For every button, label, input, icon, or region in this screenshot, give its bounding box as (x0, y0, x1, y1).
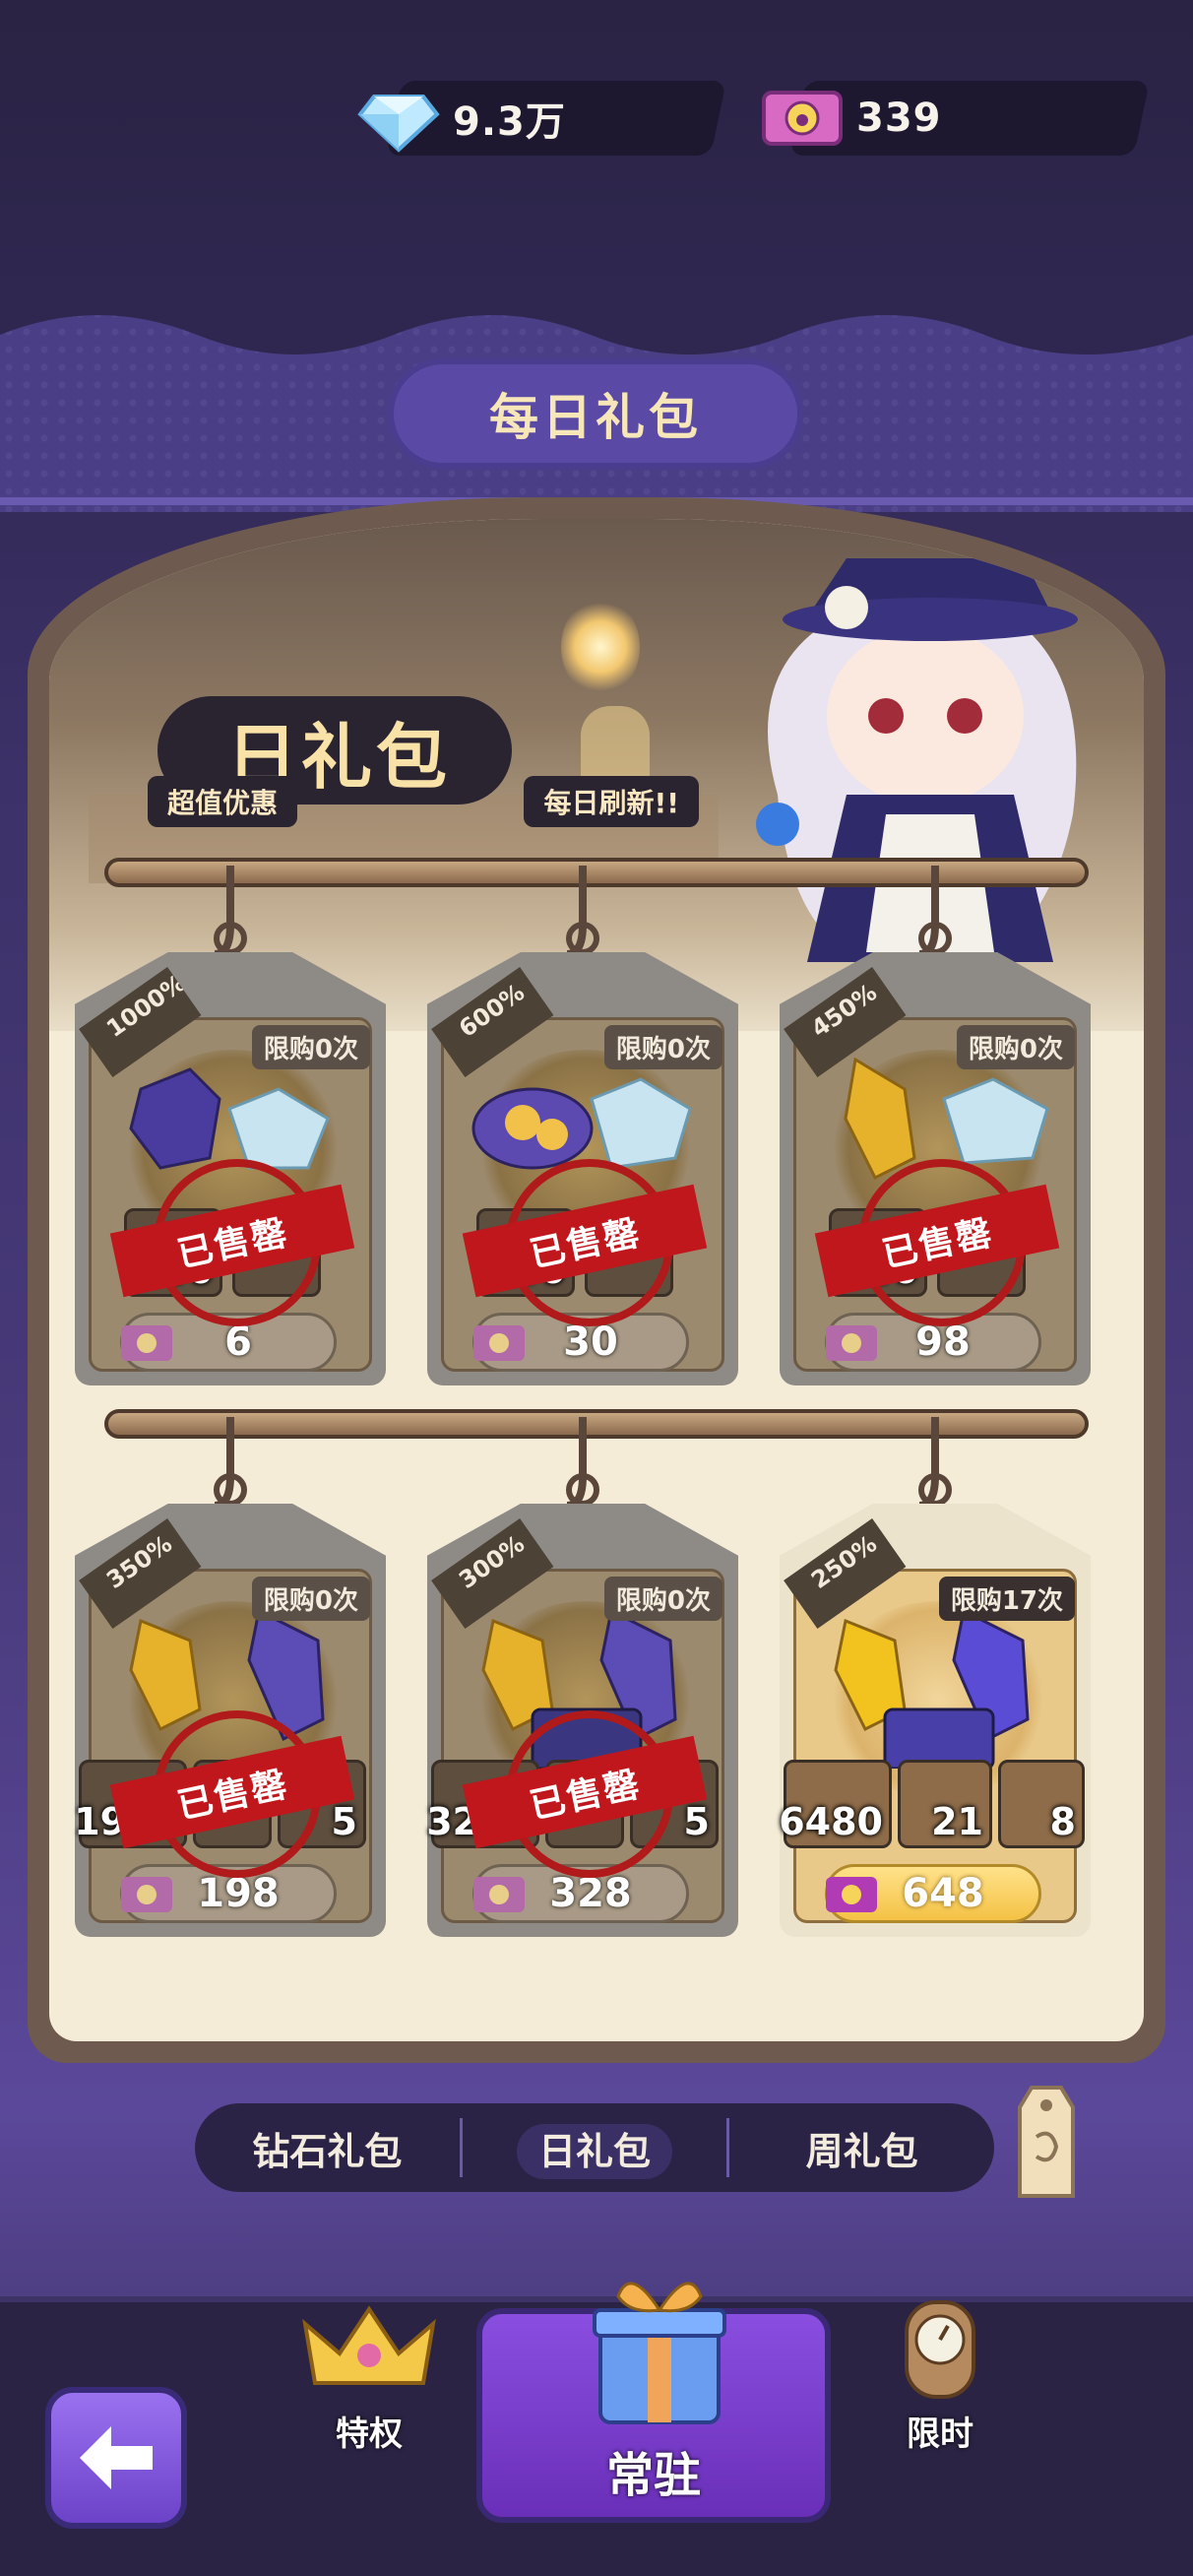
nav-tab-regular[interactable]: 常驻 (476, 2282, 831, 2523)
purchase-limit: 限购0次 (251, 1025, 370, 1069)
tab-weekly-pack[interactable]: 周礼包 (729, 2121, 994, 2175)
ticket-icon (762, 91, 843, 146)
back-button[interactable] (45, 2387, 187, 2529)
item-slot: 5 (630, 1760, 719, 1848)
price-value: 6 (224, 1320, 252, 1365)
item-slot (193, 1760, 272, 1848)
diamond-currency: 9.3万 (354, 77, 728, 160)
item-slot (232, 1208, 321, 1297)
pack-card[interactable]: 450% 限购0次 980 98 已售罄 (780, 866, 1091, 1385)
shop-frame: 日礼包 超值优惠 每日刷新!! 1000% 限购0次 60 6 已售罄 600%… (28, 497, 1165, 2063)
hook-icon (214, 866, 247, 958)
banner-tags: 超值优惠 每日刷新!! (148, 776, 699, 827)
price-value: 648 (902, 1871, 984, 1916)
price-value: 328 (549, 1871, 632, 1916)
nav-tab-limited[interactable]: 限时 (856, 2294, 1024, 2454)
gem-bundle-icon (471, 1077, 692, 1170)
ticket-icon (826, 1877, 877, 1912)
ticket-icon (121, 1877, 172, 1912)
item-slot: 6480 (779, 1760, 892, 1848)
nav-tab-privilege[interactable]: 特权 (285, 2294, 453, 2454)
refresh-tag: 每日刷新!! (524, 776, 699, 827)
item-quantity: 1980 (74, 1800, 178, 1843)
item-quantity: 980 (840, 1249, 918, 1292)
item-slot (585, 1208, 673, 1297)
price-button[interactable]: 198 (120, 1864, 337, 1923)
item-slot: 60 (124, 1208, 222, 1297)
page-title: 每日礼包 (394, 364, 797, 463)
hook-icon (566, 1417, 599, 1510)
price-value: 30 (563, 1320, 618, 1365)
item-slot: 21 (898, 1760, 992, 1848)
item-slot: 3280 (426, 1760, 539, 1848)
gem-bundle-icon (481, 1608, 677, 1769)
item-quantity: 6480 (779, 1800, 883, 1843)
price-button[interactable]: 98 (825, 1313, 1041, 1372)
purchase-limit: 限购0次 (603, 1577, 722, 1621)
item-quantity: 3280 (426, 1800, 531, 1843)
item-slot: 1980 (74, 1760, 187, 1848)
gem-bundle-icon (844, 1057, 1049, 1181)
price-button[interactable]: 648 (825, 1864, 1041, 1923)
gift-box-icon (593, 2282, 726, 2424)
item-quantity: 60 (161, 1249, 214, 1292)
price-value: 98 (915, 1320, 971, 1365)
item-slot: 5 (278, 1760, 366, 1848)
back-arrow-icon (80, 2426, 153, 2489)
price-value: 198 (197, 1871, 280, 1916)
diamond-count: 9.3万 (453, 99, 566, 145)
price-button[interactable]: 30 (472, 1313, 689, 1372)
ticket-icon (826, 1325, 877, 1361)
category-tabs: 钻石礼包 日礼包 周礼包 (195, 2103, 994, 2192)
tab-daily-pack[interactable]: 日礼包 (463, 2121, 727, 2179)
ticket-icon (473, 1325, 525, 1361)
item-quantity: 5 (331, 1800, 357, 1843)
price-button[interactable]: 6 (120, 1313, 337, 1372)
ticket-currency: 339 (758, 77, 1152, 160)
ticket-icon (473, 1877, 525, 1912)
ticket-count: 339 (856, 96, 942, 141)
hook-icon (918, 1417, 952, 1510)
diamond-icon (357, 95, 440, 153)
item-slot: 8 (998, 1760, 1085, 1848)
value-tag: 超值优惠 (148, 776, 298, 827)
item-quantity: 300 (487, 1249, 566, 1292)
item-quantity: 21 (931, 1800, 983, 1843)
gem-bundle-icon (834, 1608, 1030, 1769)
item-slot (937, 1208, 1026, 1297)
purchase-limit: 限购17次 (938, 1577, 1075, 1621)
pack-card[interactable]: 250% 限购17次 6480 21 8 648 (779, 1417, 1091, 1937)
purchase-limit: 限购0次 (956, 1025, 1075, 1069)
purchase-limit: 限购0次 (603, 1025, 722, 1069)
item-slot (545, 1760, 624, 1848)
shop-panel: 日礼包 超值优惠 每日刷新!! 1000% 限购0次 60 6 已售罄 600%… (49, 519, 1144, 2041)
gem-bundle-icon (129, 1067, 330, 1170)
crown-icon (302, 2305, 436, 2385)
pack-card[interactable]: 600% 限购0次 300 30 已售罄 (427, 866, 738, 1385)
item-slot: 300 (476, 1208, 575, 1297)
item-slot: 980 (829, 1208, 927, 1297)
gem-bundle-icon (129, 1608, 325, 1742)
price-tag-icon[interactable] (1012, 2078, 1081, 2206)
tab-diamond-pack[interactable]: 钻石礼包 (195, 2121, 460, 2175)
purchase-limit: 限购0次 (251, 1577, 370, 1621)
band-wave (0, 295, 1193, 354)
ticket-icon (121, 1325, 172, 1361)
item-quantity: 5 (683, 1800, 710, 1843)
pack-card[interactable]: 350% 限购0次 1980 5 198 已售罄 (74, 1417, 386, 1937)
hook-icon (566, 866, 599, 958)
hook-icon (214, 1417, 247, 1510)
pack-card[interactable]: 1000% 限购0次 60 6 已售罄 (75, 866, 386, 1385)
pack-card[interactable]: 300% 限购0次 3280 5 328 已售罄 (426, 1417, 738, 1937)
price-button[interactable]: 328 (472, 1864, 689, 1923)
item-quantity: 8 (1049, 1800, 1076, 1843)
hook-icon (918, 866, 952, 958)
clock-icon (905, 2300, 975, 2399)
